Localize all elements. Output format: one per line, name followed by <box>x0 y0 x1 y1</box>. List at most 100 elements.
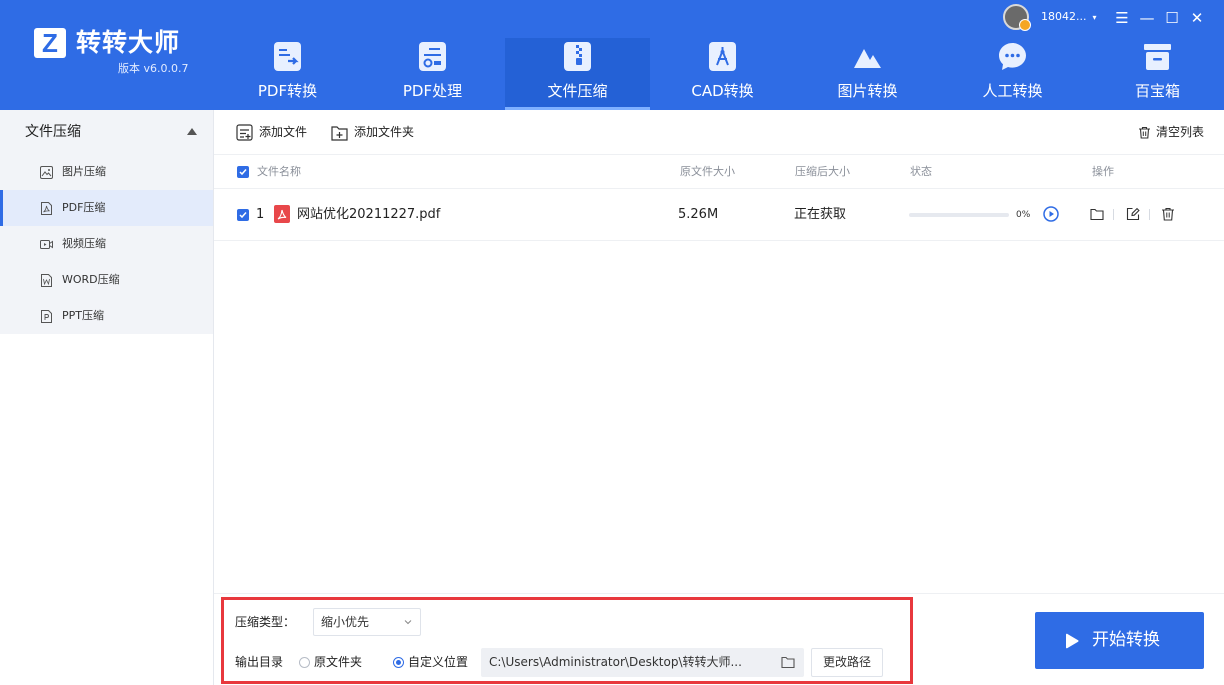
column-header-actions: 操作 <box>1092 165 1114 178</box>
sidebar-item-image-compress[interactable]: 图片压缩 <box>0 154 213 190</box>
nav-item-image-convert[interactable]: 图片转换 <box>795 38 940 110</box>
compress-type-select[interactable]: 缩小优先 <box>313 608 421 636</box>
start-convert-button[interactable]: 开始转换 <box>1035 612 1204 669</box>
file-name: 网站优化20211227.pdf <box>297 207 441 222</box>
progress-percent: 0% <box>1016 210 1031 220</box>
video-icon <box>40 239 53 249</box>
bottom-settings-bar: 压缩类型： 缩小优先 输出目录 原文件夹 自定义位置 C:\Users\Admi… <box>214 593 1224 685</box>
compress-type-value: 缩小优先 <box>321 615 370 629</box>
trash-icon <box>1139 126 1150 139</box>
nav-item-cad-convert[interactable]: CAD转换 <box>650 38 795 110</box>
nav-label: CAD转换 <box>691 82 754 100</box>
sidebar-item-pdf-compress[interactable]: PDF压缩 <box>0 190 213 226</box>
column-header-original-size: 原文件大小 <box>680 165 735 178</box>
sidebar-item-label: 图片压缩 <box>62 165 106 178</box>
maximize-icon[interactable]: ☐ <box>1162 8 1182 28</box>
logo-mark: Z <box>34 28 66 58</box>
folder-icon[interactable] <box>781 655 795 669</box>
row-index: 1 <box>256 207 265 222</box>
sidebar-item-video-compress[interactable]: 视频压缩 <box>0 226 213 262</box>
output-path-field[interactable]: C:\Users\Administrator\Desktop\转转大师... <box>481 648 804 677</box>
word-file-icon <box>41 273 52 287</box>
sidebar: 文件压缩 图片压缩 PDF压缩 视频压缩 WORD压缩 PPT压缩 <box>0 110 214 685</box>
clear-list-label: 清空列表 <box>1156 125 1205 139</box>
menu-icon[interactable]: ☰ <box>1112 8 1132 28</box>
radio-original-folder[interactable] <box>299 657 310 668</box>
cad-convert-icon <box>709 42 736 71</box>
option-custom-location-label[interactable]: 自定义位置 <box>408 652 468 672</box>
row-checkbox[interactable] <box>237 209 249 221</box>
pdf-convert-icon <box>274 42 301 71</box>
column-header-name: 文件名称 <box>257 165 301 178</box>
close-icon[interactable]: ✕ <box>1187 8 1207 28</box>
file-compress-icon <box>564 42 591 71</box>
nav-item-pdf-process[interactable]: PDF处理 <box>360 38 505 110</box>
add-file-button[interactable]: 添加文件 <box>236 122 307 142</box>
add-file-icon <box>236 123 253 141</box>
column-header-compressed-size: 压缩后大小 <box>795 165 850 178</box>
nav-item-manual-convert[interactable]: 人工转换 <box>940 38 1085 110</box>
action-divider <box>1149 209 1150 220</box>
user-account[interactable]: 18042... ▾ <box>1003 4 1097 31</box>
nav-label: 文件压缩 <box>547 82 608 100</box>
minimize-icon[interactable]: — <box>1137 8 1157 28</box>
add-file-label: 添加文件 <box>259 125 308 139</box>
manual-convert-icon <box>999 43 1026 70</box>
radio-custom-location[interactable] <box>393 657 404 668</box>
add-folder-icon <box>331 125 348 141</box>
image-convert-icon <box>854 49 881 68</box>
change-path-button[interactable]: 更改路径 <box>811 648 883 677</box>
user-name[interactable]: 18042... <box>1041 4 1086 30</box>
play-icon <box>1066 633 1079 649</box>
compress-type-label: 压缩类型： <box>235 615 296 629</box>
sidebar-item-ppt-compress[interactable]: PPT压缩 <box>0 298 213 334</box>
pdf-icon <box>274 205 290 223</box>
open-folder-icon[interactable] <box>1090 207 1104 221</box>
action-divider <box>1113 209 1114 220</box>
sidebar-item-label: PDF压缩 <box>62 201 106 214</box>
avatar[interactable] <box>1003 4 1031 31</box>
user-menu-caret-icon[interactable]: ▾ <box>1092 13 1096 22</box>
app-version: 版本 v6.0.0.7 <box>118 62 189 75</box>
progress-bar <box>909 213 1009 217</box>
output-path-text: C:\Users\Administrator\Desktop\转转大师... <box>489 655 742 669</box>
add-folder-label: 添加文件夹 <box>354 125 415 139</box>
sidebar-item-label: 视频压缩 <box>62 237 106 250</box>
collapse-caret-icon[interactable] <box>187 128 197 135</box>
nav-item-toolbox[interactable]: 百宝箱 <box>1085 38 1224 110</box>
sidebar-item-word-compress[interactable]: WORD压缩 <box>0 262 213 298</box>
nav-label: 百宝箱 <box>1134 82 1180 100</box>
clear-list-button[interactable]: 清空列表 <box>1138 122 1204 142</box>
delete-icon[interactable] <box>1161 207 1175 221</box>
original-size: 5.26M <box>678 207 719 222</box>
nav-item-file-compress[interactable]: 文件压缩 <box>505 38 650 110</box>
sidebar-group-header[interactable]: 文件压缩 <box>0 110 213 154</box>
compressed-size: 正在获取 <box>794 207 847 222</box>
table-row: 1 网站优化20211227.pdf 5.26M 正在获取 0% <box>214 189 1224 241</box>
nav-label: 人工转换 <box>982 82 1043 100</box>
play-circle-icon[interactable] <box>1043 206 1059 222</box>
file-toolbar: 添加文件 添加文件夹 清空列表 <box>214 110 1224 154</box>
nav-item-pdf-convert[interactable]: PDF转换 <box>215 38 360 110</box>
pdf-file-icon <box>41 201 52 215</box>
nav-label: PDF处理 <box>402 82 463 100</box>
table-header: 文件名称 原文件大小 压缩后大小 状态 操作 <box>214 154 1224 189</box>
toolbox-icon <box>1144 44 1171 70</box>
sidebar-group-title: 文件压缩 <box>25 124 81 140</box>
select-all-checkbox[interactable] <box>237 166 249 178</box>
option-original-folder-label[interactable]: 原文件夹 <box>314 652 362 672</box>
app-title: 转转大师 <box>76 28 181 57</box>
column-header-status: 状态 <box>910 165 932 178</box>
add-folder-button[interactable]: 添加文件夹 <box>331 122 414 142</box>
pdf-process-icon <box>419 42 446 71</box>
sidebar-item-label: WORD压缩 <box>62 273 120 286</box>
main-panel: 添加文件 添加文件夹 清空列表 文件名称 原文件大小 压缩后大小 状态 操作 1… <box>214 110 1224 685</box>
ppt-file-icon <box>41 309 52 323</box>
start-convert-label: 开始转换 <box>1092 630 1160 650</box>
nav-label: 图片转换 <box>837 82 898 100</box>
edit-icon[interactable] <box>1126 207 1140 221</box>
chevron-down-icon <box>404 620 412 625</box>
output-settings-highlight: 压缩类型： 缩小优先 输出目录 原文件夹 自定义位置 C:\Users\Admi… <box>221 597 913 684</box>
sidebar-item-label: PPT压缩 <box>62 309 104 322</box>
app-header: Z 转转大师 版本 v6.0.0.7 PDF转换 PDF处理 文件压缩 CAD转… <box>0 0 1224 110</box>
